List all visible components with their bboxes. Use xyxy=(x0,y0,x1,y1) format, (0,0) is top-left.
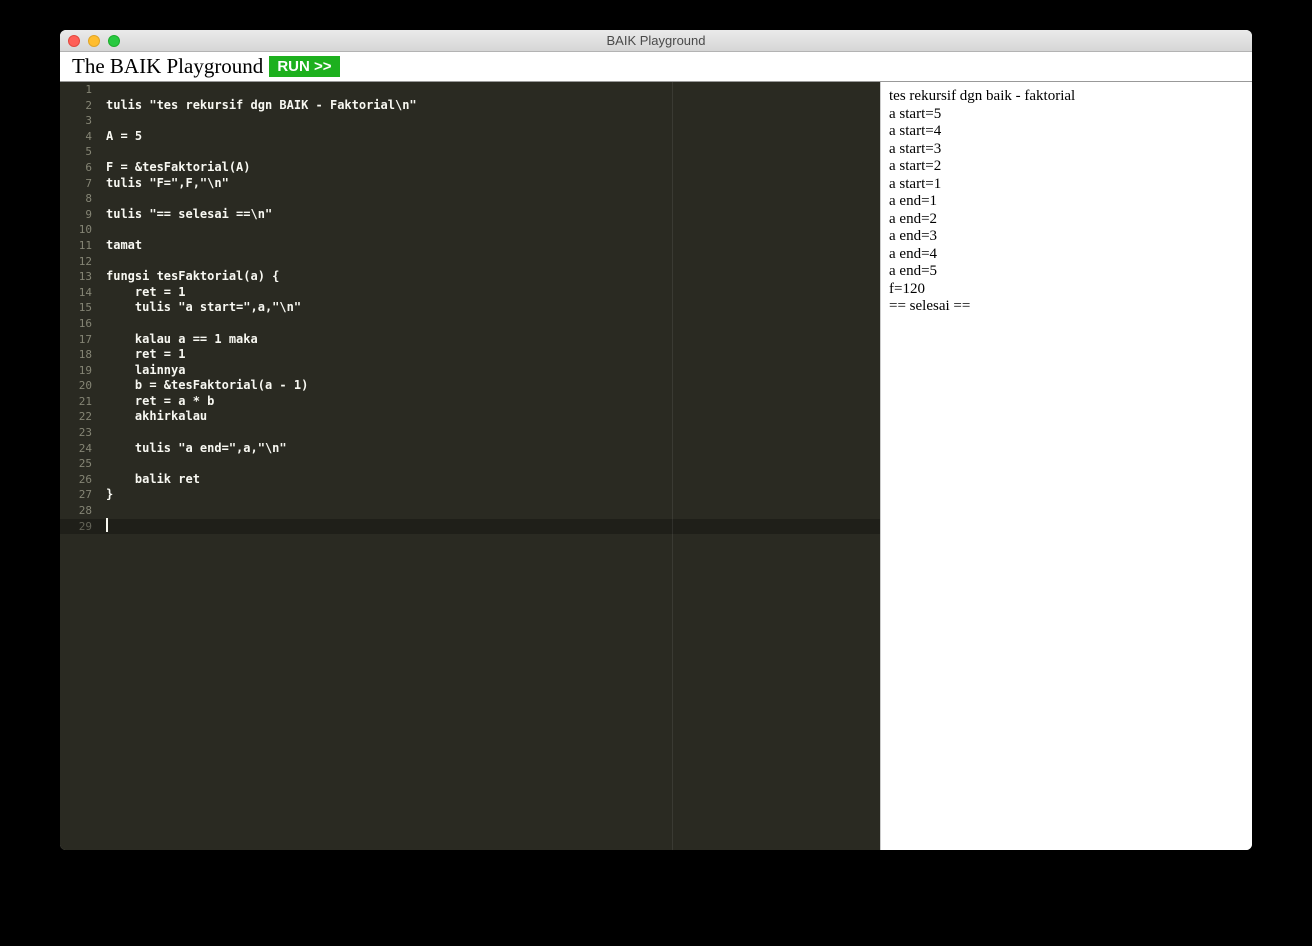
close-icon[interactable] xyxy=(68,35,80,47)
code-line[interactable] xyxy=(106,191,880,207)
line-number: 27 xyxy=(60,487,92,503)
output-line: a start=1 xyxy=(889,176,1244,194)
code-line[interactable]: balik ret xyxy=(106,472,880,488)
code-line[interactable]: F = &tesFaktorial(A) xyxy=(106,160,880,176)
code-editor[interactable]: 1234567891011121314151617181920212223242… xyxy=(60,82,880,850)
line-number: 10 xyxy=(60,222,92,238)
line-number: 7 xyxy=(60,176,92,192)
line-number: 26 xyxy=(60,472,92,488)
code-line[interactable]: lainnya xyxy=(106,363,880,379)
code-line[interactable] xyxy=(106,222,880,238)
line-number: 13 xyxy=(60,269,92,285)
output-line: a end=4 xyxy=(889,246,1244,264)
line-number: 23 xyxy=(60,425,92,441)
maximize-icon[interactable] xyxy=(108,35,120,47)
code-line[interactable] xyxy=(106,456,880,472)
output-line: a end=5 xyxy=(889,263,1244,281)
code-line[interactable] xyxy=(106,254,880,270)
line-number: 22 xyxy=(60,409,92,425)
line-number: 18 xyxy=(60,347,92,363)
line-gutter: 1234567891011121314151617181920212223242… xyxy=(60,82,100,850)
code-line[interactable] xyxy=(106,519,880,535)
line-number: 24 xyxy=(60,441,92,457)
code-line[interactable]: } xyxy=(106,487,880,503)
minimize-icon[interactable] xyxy=(88,35,100,47)
line-number: 8 xyxy=(60,191,92,207)
line-number: 17 xyxy=(60,332,92,348)
code-line[interactable]: tulis "a start=",a,"\n" xyxy=(106,300,880,316)
output-line: tes rekursif dgn baik - faktorial xyxy=(889,88,1244,106)
code-line[interactable] xyxy=(106,503,880,519)
code-line[interactable] xyxy=(106,144,880,160)
output-line: f=120 xyxy=(889,281,1244,299)
code-line[interactable] xyxy=(106,82,880,98)
line-number: 3 xyxy=(60,113,92,129)
window-controls xyxy=(60,35,120,47)
line-number: 16 xyxy=(60,316,92,332)
app-window: BAIK Playground The BAIK Playground RUN … xyxy=(60,30,1252,850)
titlebar: BAIK Playground xyxy=(60,30,1252,52)
code-line[interactable]: fungsi tesFaktorial(a) { xyxy=(106,269,880,285)
code-line[interactable]: tulis "== selesai ==\n" xyxy=(106,207,880,223)
line-number: 9 xyxy=(60,207,92,223)
app-title: The BAIK Playground xyxy=(72,54,263,79)
code-line[interactable] xyxy=(106,316,880,332)
text-cursor xyxy=(106,518,108,532)
code-line[interactable]: A = 5 xyxy=(106,129,880,145)
output-pane: tes rekursif dgn baik - faktoriala start… xyxy=(880,82,1252,850)
window-title: BAIK Playground xyxy=(60,33,1252,48)
code-line[interactable]: tulis "a end=",a,"\n" xyxy=(106,441,880,457)
output-line: a start=5 xyxy=(889,106,1244,124)
line-number: 28 xyxy=(60,503,92,519)
line-number: 15 xyxy=(60,300,92,316)
output-line: a end=2 xyxy=(889,211,1244,229)
code-line[interactable] xyxy=(106,425,880,441)
line-number: 25 xyxy=(60,456,92,472)
line-number: 19 xyxy=(60,363,92,379)
code-line[interactable]: kalau a == 1 maka xyxy=(106,332,880,348)
code-area[interactable]: tulis "tes rekursif dgn BAIK - Faktorial… xyxy=(100,82,880,850)
run-button[interactable]: RUN >> xyxy=(269,56,339,77)
output-line: a end=3 xyxy=(889,228,1244,246)
output-line: a start=4 xyxy=(889,123,1244,141)
code-line[interactable]: tulis "tes rekursif dgn BAIK - Faktorial… xyxy=(106,98,880,114)
code-line[interactable]: tulis "F=",F,"\n" xyxy=(106,176,880,192)
code-line[interactable]: ret = a * b xyxy=(106,394,880,410)
code-line[interactable]: ret = 1 xyxy=(106,285,880,301)
line-number: 21 xyxy=(60,394,92,410)
line-number: 12 xyxy=(60,254,92,270)
output-line: == selesai == xyxy=(889,298,1244,316)
line-number: 20 xyxy=(60,378,92,394)
code-line[interactable] xyxy=(106,113,880,129)
toolbar: The BAIK Playground RUN >> xyxy=(60,52,1252,82)
output-line: a start=3 xyxy=(889,141,1244,159)
line-number: 6 xyxy=(60,160,92,176)
line-number: 5 xyxy=(60,144,92,160)
line-number: 1 xyxy=(60,82,92,98)
line-number: 14 xyxy=(60,285,92,301)
line-number: 11 xyxy=(60,238,92,254)
output-line: a start=2 xyxy=(889,158,1244,176)
output-line: a end=1 xyxy=(889,193,1244,211)
code-line[interactable]: akhirkalau xyxy=(106,409,880,425)
content-area: 1234567891011121314151617181920212223242… xyxy=(60,82,1252,850)
line-number: 2 xyxy=(60,98,92,114)
code-line[interactable]: ret = 1 xyxy=(106,347,880,363)
line-number: 4 xyxy=(60,129,92,145)
editor-split-divider xyxy=(672,82,673,850)
code-line[interactable]: b = &tesFaktorial(a - 1) xyxy=(106,378,880,394)
code-line[interactable]: tamat xyxy=(106,238,880,254)
